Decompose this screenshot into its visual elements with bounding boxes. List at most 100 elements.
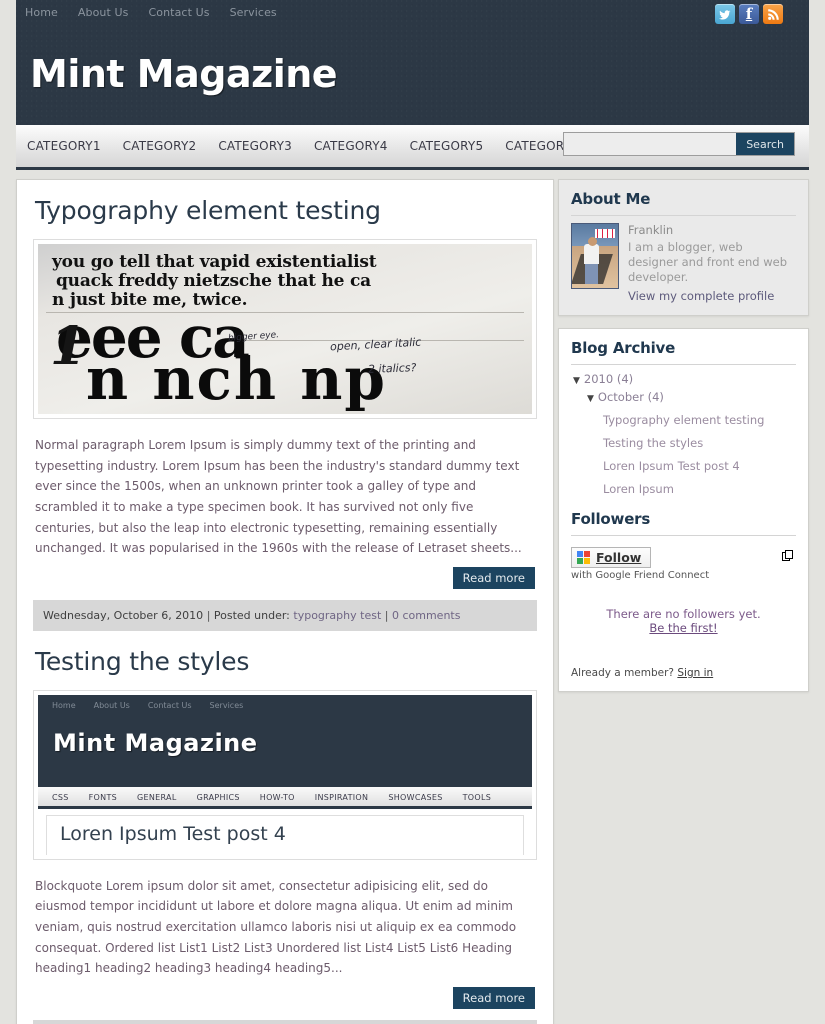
followers-heading: Followers [571, 510, 796, 536]
rss-icon[interactable] [763, 4, 783, 24]
be-the-first-link[interactable]: Be the first! [649, 621, 717, 635]
post-date: Wednesday, October 6, 2010 [43, 608, 204, 622]
site-header: Home About Us Contact Us Services f Mint… [16, 0, 809, 125]
typo-photo-note-2: open, clear italic [329, 335, 422, 354]
archive-month-label: October (4) [597, 389, 664, 404]
screenshot-site-title: Mint Magazine [53, 728, 258, 757]
screenshot-cat-inspiration: INSPIRATION [314, 792, 369, 802]
already-member-row: Already a member? Sign in [571, 667, 796, 679]
category-link-1[interactable]: CATEGORY1 [27, 139, 101, 153]
screenshot-body: Loren Ipsum Test post 4 [38, 808, 532, 855]
sign-in-link[interactable]: Sign in [677, 667, 713, 679]
search-input[interactable] [564, 133, 737, 155]
category-link-4[interactable]: CATEGORY4 [314, 139, 388, 153]
search-button[interactable]: Search [736, 133, 794, 155]
typo-photo-line-2: quack freddy nietzsche that he ca [56, 271, 371, 291]
typo-photo-sketch-1: 1 [50, 316, 87, 377]
archive-year-row[interactable]: ▼ 2010 (4) [571, 372, 796, 386]
post-meta: Wednesday, October 6, 2010 | Posted unde… [33, 1019, 537, 1024]
post-title[interactable]: Typography element testing [35, 196, 537, 225]
no-followers-text: There are no followers yet. [606, 606, 761, 621]
post-category-link[interactable]: typography test [293, 609, 381, 622]
read-more-row: Read more [33, 566, 537, 589]
site-screenshot-figure: Home About Us Contact Us Services Mint M… [38, 694, 532, 855]
top-nav: Home About Us Contact Us Services [25, 6, 277, 19]
twitter-icon[interactable] [715, 4, 735, 24]
screenshot-category-bar: CSS FONTS GENERAL GRAPHICS HOW-TO INSPIR… [38, 786, 532, 809]
screenshot-cat-css: CSS [52, 792, 69, 802]
posted-under-label: Posted under: [213, 608, 290, 622]
screenshot-post-title: Loren Ipsum Test post 4 [60, 822, 286, 845]
read-more-row: Read more [33, 986, 537, 1009]
caret-down-icon[interactable]: ▼ [587, 394, 594, 404]
archive-post-link[interactable]: Testing the styles [571, 436, 796, 450]
archive-list: ▼ 2010 (4) ▼ October (4) Typography elemen… [571, 372, 796, 496]
post-comments-link[interactable]: 0 comments [392, 609, 461, 622]
caret-down-icon[interactable]: ▼ [573, 376, 580, 386]
avatar[interactable] [571, 223, 619, 289]
category-link-3[interactable]: CATEGORY3 [218, 139, 292, 153]
view-profile-link[interactable]: View my complete profile [628, 289, 796, 303]
search-form: Search [563, 132, 795, 156]
screenshot-top-nav: Home About Us Contact Us Services [52, 701, 243, 710]
main-content-column: Typography element testing you go tell t… [16, 179, 554, 1024]
site-title: Mint Magazine [30, 52, 338, 96]
top-nav-item-services[interactable]: Services [230, 6, 277, 19]
typo-photo-note-3: 2 italics? [367, 361, 417, 376]
widget-about-me: About Me Franklin I am a blogger, web de… [558, 179, 809, 316]
archive-year-label: 2010 (4) [583, 371, 634, 386]
widget-blog-archive: Blog Archive ▼ 2010 (4) ▼ October (4) Typo… [558, 327, 809, 692]
typo-photo-letters-row-2: n nch np [86, 345, 387, 413]
screenshot-cat-graphics: GRAPHICS [196, 792, 240, 802]
meta-separator: | [206, 608, 214, 622]
typography-photo: you go tell that vapid existentialist qu… [38, 244, 532, 414]
post-article: Testing the styles Home About Us Contact… [33, 631, 537, 1024]
meta-separator-2: | [384, 608, 392, 622]
about-me-description: I am a blogger, web designer and front e… [628, 240, 788, 284]
screenshot-nav-services: Services [209, 700, 244, 710]
about-me-name: Franklin [628, 223, 674, 237]
category-link-2[interactable]: CATEGORY2 [123, 139, 197, 153]
archive-month-row[interactable]: ▼ October (4) [571, 390, 796, 404]
about-me-heading: About Me [571, 190, 796, 216]
screenshot-nav-home: Home [52, 700, 76, 710]
read-more-button[interactable]: Read more [452, 986, 535, 1009]
screenshot-nav-about: About Us [93, 700, 130, 710]
follow-button-label: Follow [596, 549, 642, 565]
screenshot-cat-howto: HOW-TO [259, 792, 295, 802]
already-member-label: Already a member? [571, 666, 675, 679]
category-link-5[interactable]: CATEGORY5 [410, 139, 484, 153]
archive-post-link[interactable]: Typography element testing [571, 413, 796, 427]
no-followers-message: There are no followers yet. Be the first… [571, 607, 796, 635]
follow-button[interactable]: Follow [571, 546, 652, 568]
post-meta: Wednesday, October 6, 2010 | Posted unde… [33, 599, 537, 631]
post-figure: you go tell that vapid existentialist qu… [33, 239, 537, 419]
top-nav-item-contact-us[interactable]: Contact Us [149, 6, 210, 19]
screenshot-cat-tools: TOOLS [462, 792, 492, 802]
screenshot-cat-fonts: FONTS [88, 792, 118, 802]
screenshot-nav-contact: Contact Us [147, 700, 192, 710]
post-body: Blockquote Lorem ipsum dolor sit amet, c… [35, 878, 517, 976]
popout-icon[interactable] [782, 547, 794, 561]
blog-archive-heading: Blog Archive [571, 339, 796, 365]
archive-post-link[interactable]: Loren Ipsum Test post 4 [571, 459, 796, 473]
google-friend-connect-icon [577, 550, 590, 564]
screenshot-cat-general: GENERAL [137, 792, 177, 802]
screenshot-header: Home About Us Contact Us Services Mint M… [38, 694, 532, 787]
follow-subtitle: with Google Friend Connect [571, 569, 710, 581]
screenshot-cat-showcases: SHOWCASES [388, 792, 443, 802]
archive-post-link[interactable]: Loren Ipsum [571, 482, 796, 496]
typo-photo-line-1: you go tell that vapid existentialist [52, 252, 377, 272]
post-body: Normal paragraph Lorem Ipsum is simply d… [35, 438, 522, 556]
facebook-icon[interactable]: f [739, 4, 759, 24]
post-title[interactable]: Testing the styles [35, 647, 537, 676]
read-more-button[interactable]: Read more [452, 566, 535, 589]
followers-widget: Follow with Google Friend Connect There … [571, 543, 796, 679]
typo-photo-note-1: bigger eye. [227, 330, 280, 344]
top-nav-item-about-us[interactable]: About Us [78, 6, 129, 19]
social-links: f [715, 4, 783, 24]
post-article: Typography element testing you go tell t… [33, 180, 537, 631]
category-nav-bar: CATEGORY1 CATEGORY2 CATEGORY3 CATEGORY4 … [16, 125, 809, 170]
top-nav-item-home[interactable]: Home [25, 6, 58, 19]
sidebar: About Me Franklin I am a blogger, web de… [558, 179, 809, 704]
